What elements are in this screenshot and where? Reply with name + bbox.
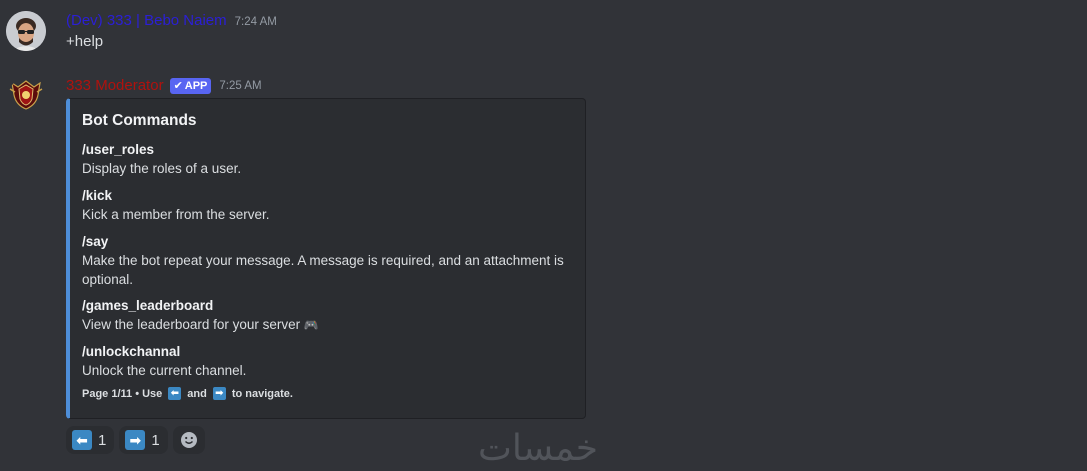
bot-crest-icon: [9, 80, 43, 110]
command-description-text: View the leaderboard for your server: [82, 317, 301, 332]
reaction-count: 1: [151, 431, 160, 449]
message-header: 333 Moderator ✔ APP 7:25 AM: [66, 77, 262, 94]
bot-avatar[interactable]: [8, 77, 48, 117]
message-header: (Dev) 333 | Bebo Naiem 7:24 AM: [66, 12, 277, 29]
footer-prefix: Page 1/11 • Use: [82, 387, 163, 400]
command-name: /games_leaderboard: [82, 298, 214, 313]
reaction-count: 1: [98, 431, 107, 449]
smiley-icon: [180, 432, 197, 448]
app-badge: ✔ APP: [169, 77, 212, 94]
arrow-left-icon: ⬅: [72, 430, 92, 450]
arrow-left-icon: ⬅: [168, 387, 182, 400]
command-description: View the leaderboard for your server 🎮: [82, 315, 572, 335]
timestamp[interactable]: 7:24 AM: [235, 16, 277, 28]
command-item: /games_leaderboard View the leaderboard …: [82, 297, 572, 335]
command-item: /kick Kick a member from the server.: [82, 187, 572, 224]
app-badge-label: APP: [184, 79, 208, 92]
message-content: +help: [66, 33, 104, 50]
username[interactable]: (Dev) 333 | Bebo Naiem: [66, 12, 227, 29]
command-description: Unlock the current channel.: [82, 363, 247, 378]
bot-username[interactable]: 333 Moderator: [66, 77, 164, 94]
reaction-arrow-right[interactable]: ➡ 1: [119, 426, 168, 454]
watermark: خمسات: [478, 428, 599, 469]
user-avatar[interactable]: [6, 11, 46, 51]
command-name: /kick: [82, 188, 113, 203]
command-item: /say Make the bot repeat your message. A…: [82, 233, 572, 289]
command-name: /say: [82, 234, 109, 249]
embed-footer: Page 1/11 • Use ⬅ and ➡ to navigate.: [82, 387, 293, 400]
arrow-right-icon: ➡: [212, 387, 226, 400]
command-name: /user_roles: [82, 142, 155, 157]
user-avatar-image: [6, 11, 46, 51]
game-controller-icon: 🎮: [303, 318, 319, 332]
add-reaction-button[interactable]: [172, 426, 205, 454]
arrow-right-icon: ➡: [125, 430, 146, 450]
check-icon: ✔: [173, 80, 183, 92]
bot-commands-embed: Bot Commands /user_roles Display the rol…: [66, 98, 586, 419]
timestamp[interactable]: 7:25 AM: [219, 80, 261, 92]
command-item: /unlockchannal Unlock the current channe…: [82, 343, 572, 380]
reactions-bar: ⬅ 1 ➡ 1: [66, 426, 205, 454]
command-description: Display the roles of a user.: [82, 161, 242, 176]
footer-middle: and: [187, 387, 207, 400]
footer-suffix: to navigate.: [231, 387, 293, 400]
command-item: /user_roles Display the roles of a user.: [82, 141, 572, 178]
command-name: /unlockchannal: [82, 344, 181, 359]
reaction-arrow-left[interactable]: ⬅ 1: [66, 426, 115, 454]
embed-title: Bot Commands: [82, 112, 197, 129]
command-description: Make the bot repeat your message. A mess…: [82, 253, 564, 287]
command-description: Kick a member from the server.: [82, 207, 270, 222]
